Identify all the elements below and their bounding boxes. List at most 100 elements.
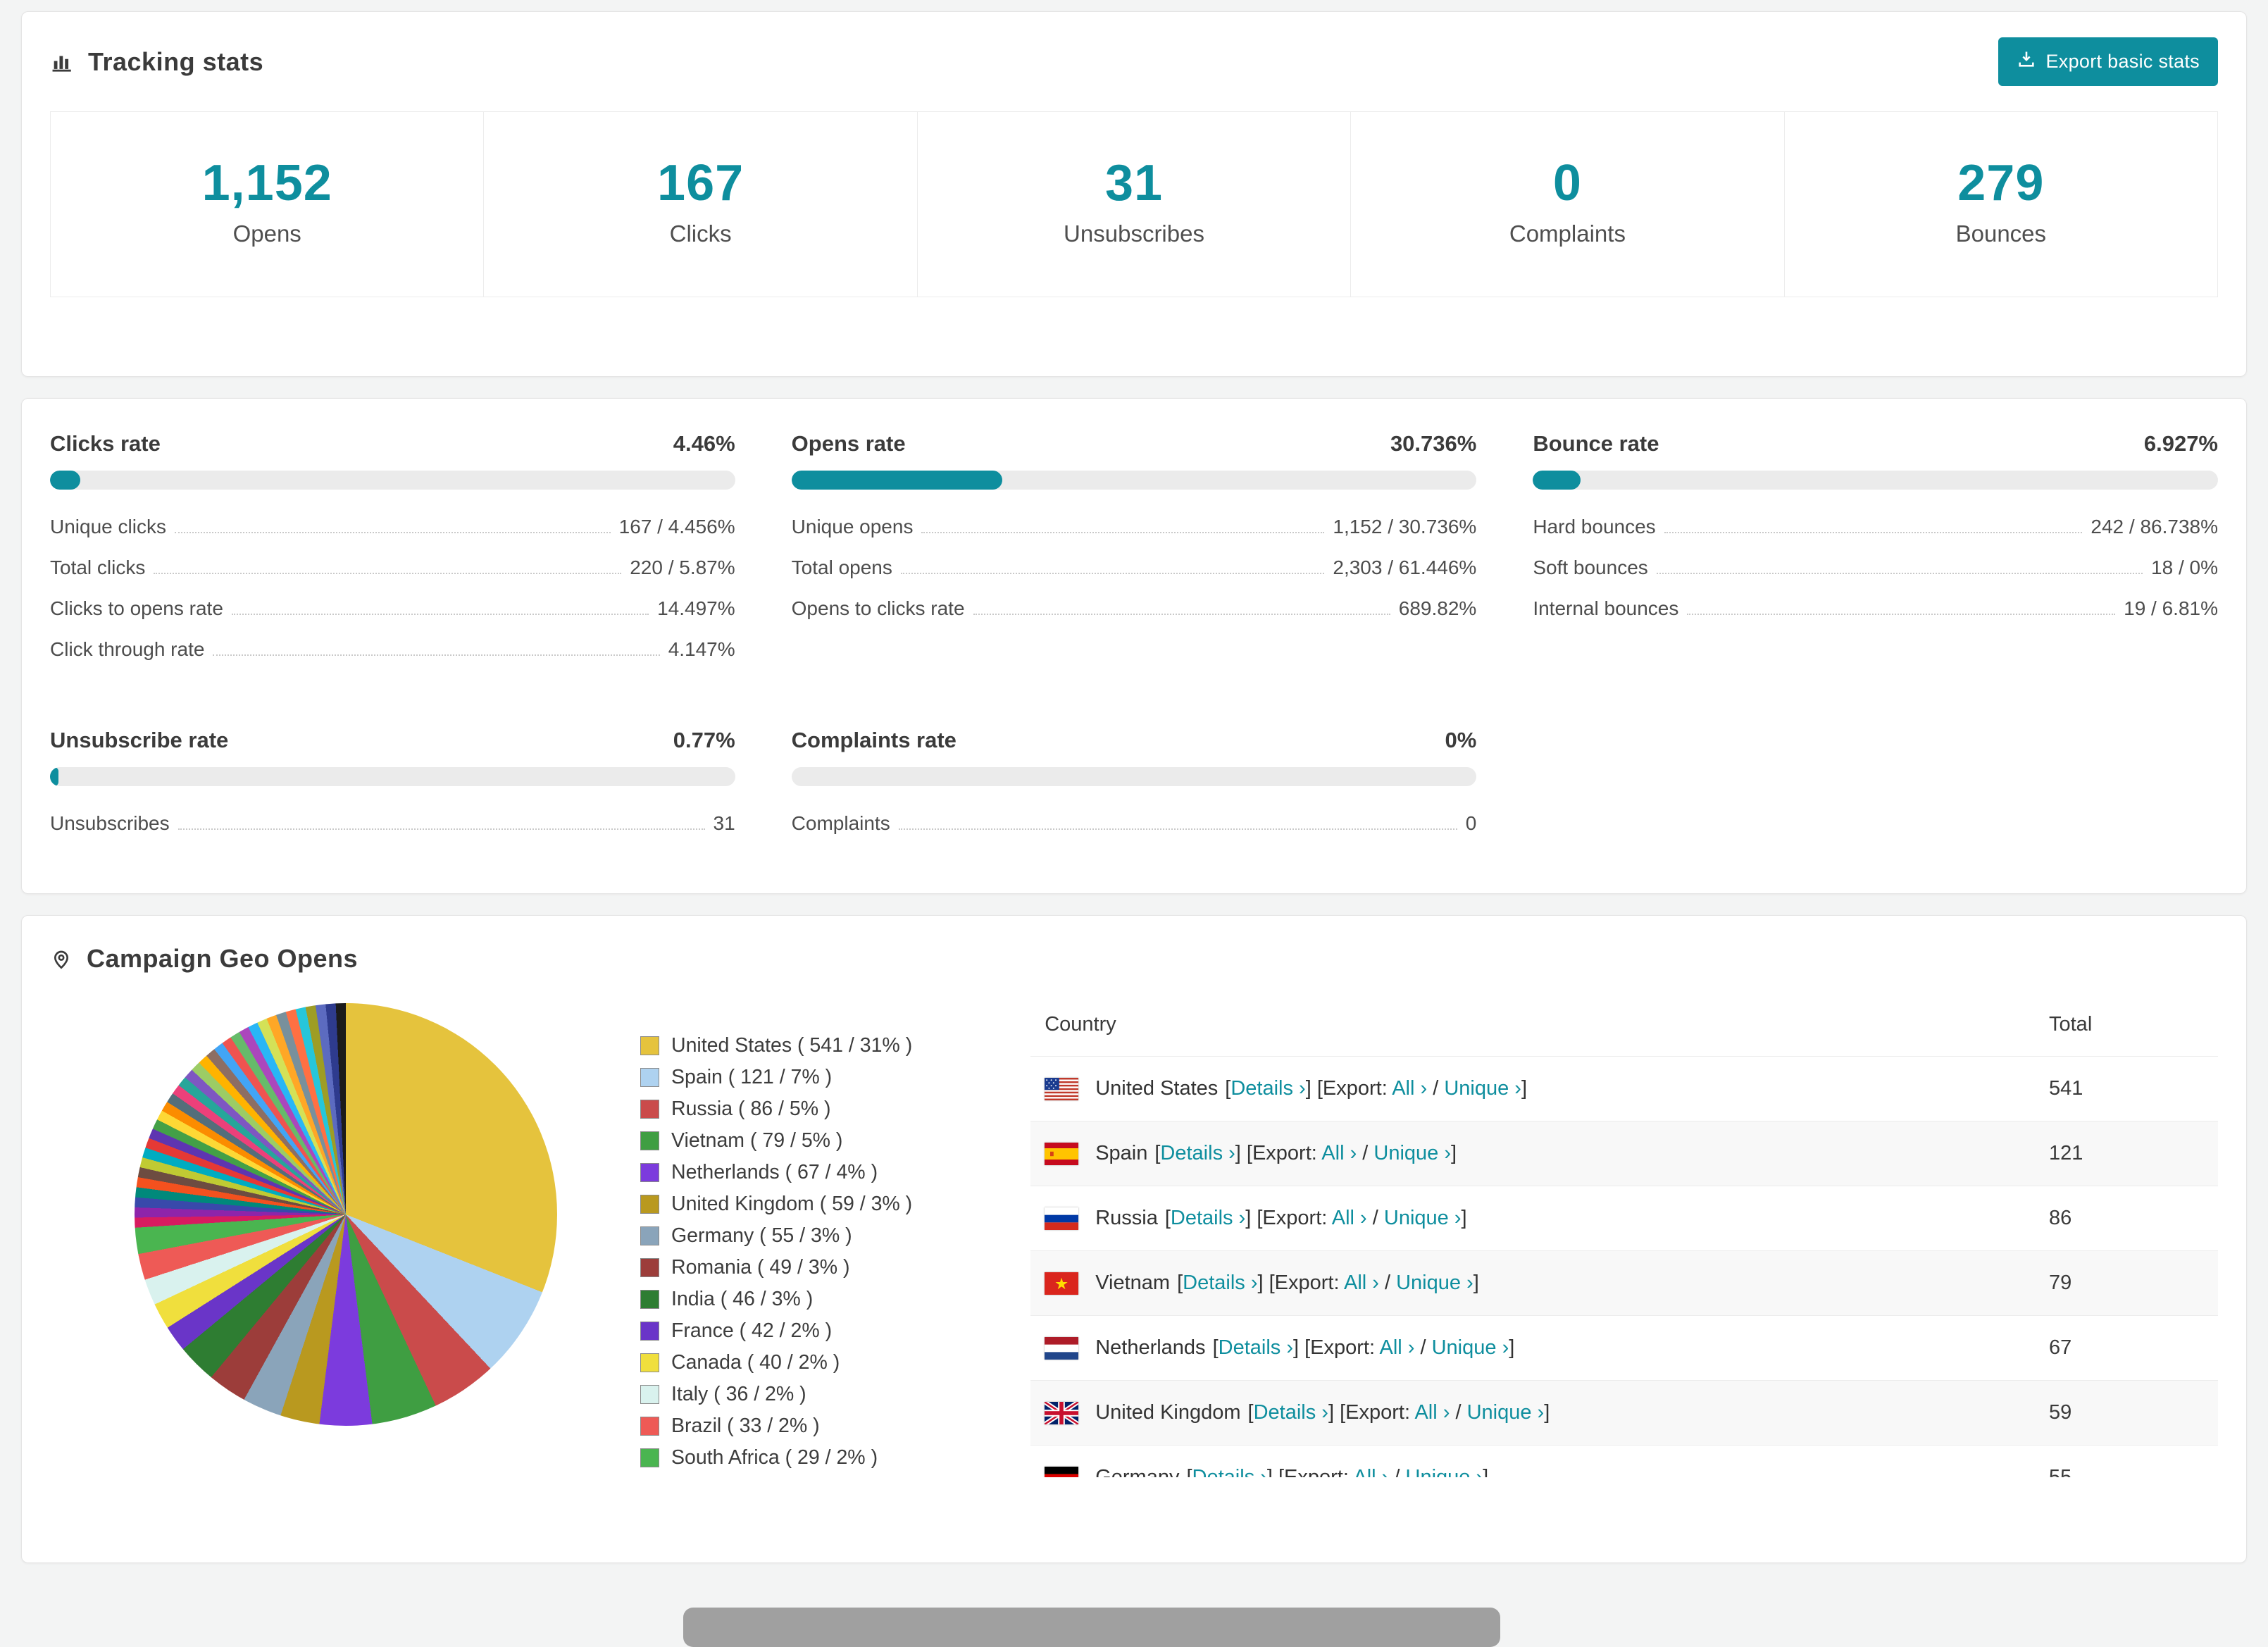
legend-swatch-icon xyxy=(640,1131,659,1150)
tracking-stats-header: Tracking stats Export basic stats xyxy=(22,12,2246,107)
dotted-leader xyxy=(231,614,649,615)
metric-row-hard-bounces: Hard bounces 242 / 86.738% xyxy=(1533,506,2218,547)
export-unique-link[interactable]: Unique › xyxy=(1467,1401,1545,1424)
export-unique-link[interactable]: Unique › xyxy=(1432,1336,1509,1359)
stat-value: 1,152 xyxy=(201,155,332,211)
metric-value: 4.147% xyxy=(668,638,735,660)
legend-swatch-icon xyxy=(640,1290,659,1309)
metric-value: 14.497% xyxy=(657,597,735,619)
metric-value: 220 / 5.87% xyxy=(630,557,735,578)
legend-swatch-icon xyxy=(640,1448,659,1467)
flag-us-icon xyxy=(1045,1077,1079,1100)
details-link[interactable]: Details › xyxy=(1192,1466,1267,1477)
rate-title: Unsubscribe rate xyxy=(50,728,229,752)
details-link[interactable]: Details › xyxy=(1183,1272,1257,1294)
rate-value: 0% xyxy=(1445,728,1477,752)
country-cell: Germany [Details ›] [Export: All › / Uniq… xyxy=(1045,1466,2049,1477)
country-column-header: Country xyxy=(1045,1013,1116,1036)
export-basic-stats-button[interactable]: Export basic stats xyxy=(1998,37,2218,86)
geo-table-row-de: Germany [Details ›] [Export: All › / Uniq… xyxy=(1030,1445,2218,1477)
stat-label: Bounces xyxy=(1955,220,2047,247)
export-all-link[interactable]: All › xyxy=(1344,1272,1379,1294)
country-cell: Netherlands [Details ›] [Export: All › / … xyxy=(1045,1336,2049,1360)
metric-value: 242 / 86.738% xyxy=(2091,516,2218,537)
export-unique-link[interactable]: Unique › xyxy=(1373,1142,1451,1164)
metric-label: Click through rate xyxy=(50,638,205,660)
legend-swatch-icon xyxy=(640,1322,659,1341)
dotted-leader xyxy=(1656,573,2143,574)
progress-bar-fill xyxy=(50,767,58,786)
country-name: Russia xyxy=(1095,1207,1158,1229)
horizontal-scrollbar-thumb[interactable] xyxy=(683,1608,1500,1647)
metric-row-soft-bounces: Soft bounces 18 / 0% xyxy=(1533,547,2218,588)
geo-opens-pie-chart xyxy=(135,1003,557,1426)
export-unique-link[interactable]: Unique › xyxy=(1396,1272,1473,1294)
export-all-link[interactable]: All › xyxy=(1353,1466,1388,1477)
stat-label: Clicks xyxy=(669,220,732,247)
metric-value: 19 / 6.81% xyxy=(2124,597,2218,619)
rate-value: 30.736% xyxy=(1390,431,1477,456)
rate-cell-unsubscribe-rate: Unsubscribe rate 0.77% Unsubscribes 31 xyxy=(50,728,735,844)
country-cell: Russia [Details ›] [Export: All › / Uniqu… xyxy=(1045,1207,2049,1230)
dotted-leader xyxy=(973,614,1390,615)
legend-item-vietnam: Vietnam ( 79 / 5% ) xyxy=(640,1125,912,1157)
rate-title: Bounce rate xyxy=(1533,431,1659,456)
stat-box-unsubscribes: 31 Unsubscribes xyxy=(916,111,1352,297)
country-row-actions: [Details ›] [Export: All › / Unique ›] xyxy=(1212,1336,1515,1359)
legend-swatch-icon xyxy=(640,1258,659,1277)
country-row-actions: [Details ›] [Export: All › / Unique ›] xyxy=(1225,1077,1528,1100)
export-all-link[interactable]: All › xyxy=(1321,1142,1357,1164)
metric-row-click-through-rate: Click through rate 4.147% xyxy=(50,629,735,670)
svg-text:★: ★ xyxy=(1054,1275,1068,1293)
legend-label: Russia ( 86 / 5% ) xyxy=(671,1098,831,1120)
legend-label: Canada ( 40 / 2% ) xyxy=(671,1351,840,1374)
flag-de-icon xyxy=(1045,1466,1079,1477)
legend-item-germany: Germany ( 55 / 3% ) xyxy=(640,1220,912,1252)
metric-label: Complaints xyxy=(791,812,890,834)
legend-item-canada: Canada ( 40 / 2% ) xyxy=(640,1347,912,1379)
export-all-link[interactable]: All › xyxy=(1332,1207,1367,1229)
rate-title: Opens rate xyxy=(791,431,906,456)
details-link[interactable]: Details › xyxy=(1254,1401,1328,1424)
details-link[interactable]: Details › xyxy=(1171,1207,1245,1229)
rate-cell-clicks-rate: Clicks rate 4.46% Unique clicks 167 / 4.456… xyxy=(50,431,735,670)
details-link[interactable]: Details › xyxy=(1160,1142,1235,1164)
dotted-leader xyxy=(174,532,611,533)
country-name: United Kingdom xyxy=(1095,1401,1241,1424)
geo-opens-content: United States ( 541 / 31% ) Spain ( 121 /… xyxy=(50,974,2218,1477)
export-all-link[interactable]: All › xyxy=(1379,1336,1414,1359)
country-total: 59 xyxy=(2049,1401,2072,1424)
rate-cell-complaints-rate: Complaints rate 0% Complaints 0 xyxy=(791,728,1477,844)
legend-swatch-icon xyxy=(640,1068,659,1087)
progress-bar-fill xyxy=(1533,471,1581,490)
stat-box-complaints: 0 Complaints xyxy=(1350,111,1785,297)
metric-label: Total clicks xyxy=(50,557,146,578)
legend-item-brazil: Brazil ( 33 / 2% ) xyxy=(640,1410,912,1442)
dotted-leader xyxy=(921,532,1325,533)
export-all-link[interactable]: All › xyxy=(1414,1401,1450,1424)
metric-label: Total opens xyxy=(791,557,892,578)
legend-label: France ( 42 / 2% ) xyxy=(671,1319,833,1342)
country-row-actions: [Details ›] [Export: All › / Unique ›] xyxy=(1177,1272,1479,1294)
dotted-leader xyxy=(898,828,1457,830)
export-all-link[interactable]: All › xyxy=(1392,1077,1427,1100)
legend-label: Spain ( 121 / 7% ) xyxy=(671,1066,833,1088)
metric-row-unique-opens: Unique opens 1,152 / 30.736% xyxy=(792,506,1477,547)
details-link[interactable]: Details › xyxy=(1219,1336,1293,1359)
rate-head: Opens rate 30.736% xyxy=(792,431,1477,456)
progress-bar-fill xyxy=(50,471,81,490)
pie-legend: United States ( 541 / 31% ) Spain ( 121 /… xyxy=(640,1030,912,1474)
rate-value: 4.46% xyxy=(673,431,735,456)
country-name: United States xyxy=(1095,1077,1219,1100)
export-unique-link[interactable]: Unique › xyxy=(1406,1466,1483,1477)
progress-bar-fill xyxy=(791,471,1002,490)
metric-label: Internal bounces xyxy=(1533,597,1679,619)
stat-label: Complaints xyxy=(1509,220,1626,247)
export-unique-link[interactable]: Unique › xyxy=(1384,1207,1462,1229)
legend-swatch-icon xyxy=(640,1226,659,1245)
details-link[interactable]: Details › xyxy=(1230,1077,1305,1100)
country-total: 86 xyxy=(2049,1207,2072,1229)
rate-cell-bounce-rate: Bounce rate 6.927% Hard bounces 242 / 86.73… xyxy=(1533,431,2218,670)
export-unique-link[interactable]: Unique › xyxy=(1444,1077,1521,1100)
metric-value: 2,303 / 61.446% xyxy=(1333,557,1477,578)
